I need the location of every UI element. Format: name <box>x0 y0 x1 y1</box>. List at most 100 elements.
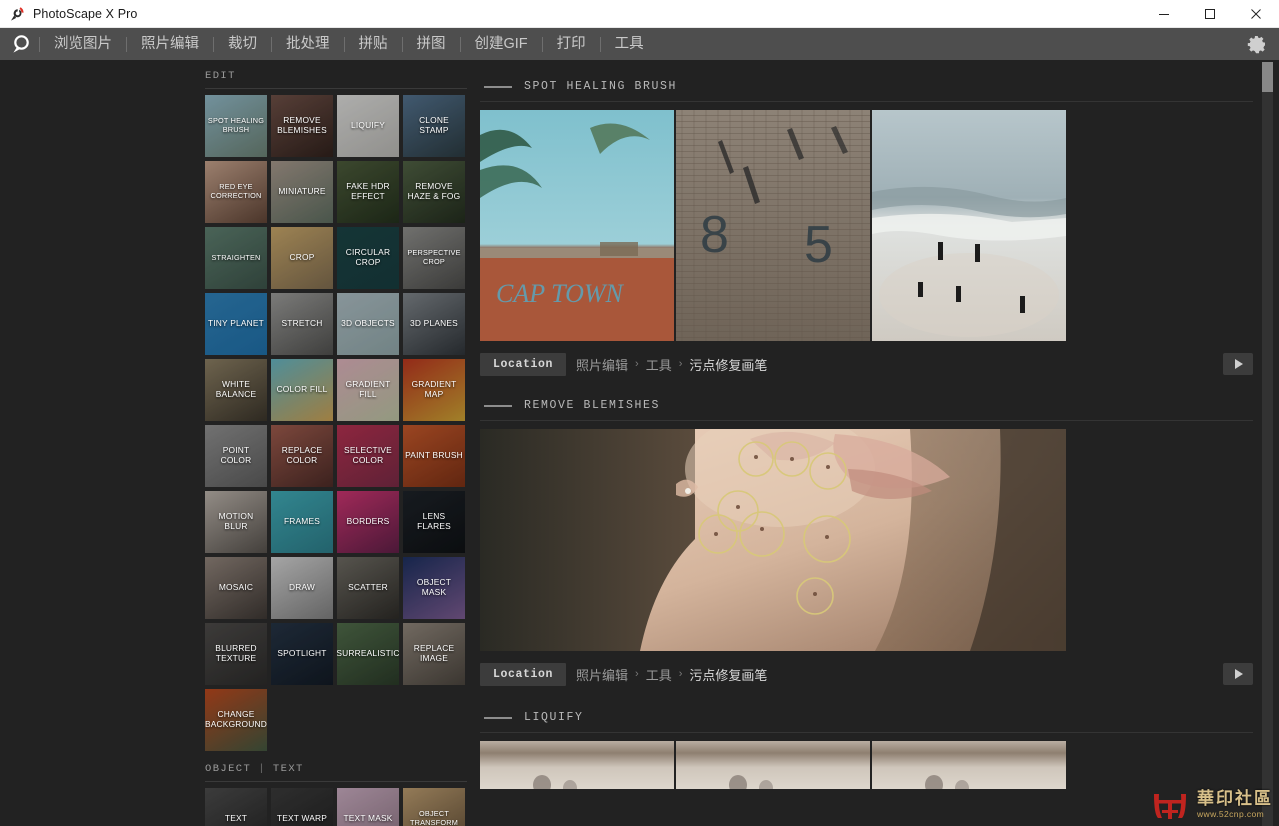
menu-item-collage[interactable]: 拼贴 <box>346 32 401 56</box>
tool-text-mask[interactable]: TEXT MASK <box>337 788 399 826</box>
vertical-scrollbar-track[interactable] <box>1262 62 1273 826</box>
breadcrumb-separator: › <box>679 668 683 680</box>
menu-item-tools[interactable]: 工具 <box>602 32 657 56</box>
preview-image-1[interactable]: CAP TOWN <box>480 110 674 341</box>
tool-gradient-map[interactable]: GRADIENT MAP <box>403 359 465 421</box>
tool-selective-color[interactable]: SELECTIVE COLOR <box>337 425 399 487</box>
tool-point-color[interactable]: POINT COLOR <box>205 425 267 487</box>
panel-title: LIQUIFY <box>524 711 584 724</box>
tool-object-transform[interactable]: OBJECT TRANSFORM <box>403 788 465 826</box>
breadcrumb: 照片编辑 › 工具 › 污点修复画笔 <box>576 355 767 374</box>
panel-header: SPOT HEALING BRUSH <box>480 80 1253 93</box>
thumbnail-label: TEXT MASK <box>341 814 394 824</box>
thumbnail-label: SURREALISTIC <box>337 649 399 659</box>
tool-tiny-planet[interactable]: TINY PLANET <box>205 293 267 355</box>
tool-perspective-crop[interactable]: PERSPECTIVE CROP <box>403 227 465 289</box>
photoscape-logo-icon[interactable] <box>4 33 38 55</box>
tool-red-eye-correction[interactable]: RED EYE CORRECTION <box>205 161 267 223</box>
preview-image-row: CAP TOWN <box>480 110 1253 341</box>
tool-text-warp[interactable]: TEXT WARP <box>271 788 333 826</box>
vertical-scrollbar-thumb[interactable] <box>1262 62 1273 92</box>
object-heading-label[interactable]: OBJECT <box>205 763 251 775</box>
tool-paint-brush[interactable]: PAINT BRUSH <box>403 425 465 487</box>
tool-clone-stamp[interactable]: CLONE STAMP <box>403 95 465 157</box>
menu-item-combine[interactable]: 拼图 <box>404 32 459 56</box>
thumbnail-label: REPLACE COLOR <box>271 446 333 465</box>
tool-3d-planes[interactable]: 3D PLANES <box>403 293 465 355</box>
tool-color-fill[interactable]: COLOR FILL <box>271 359 333 421</box>
tool-crop[interactable]: CROP <box>271 227 333 289</box>
breadcrumb-item-1[interactable]: 照片编辑 <box>576 665 628 684</box>
thumbnail-label: REMOVE HAZE & FOG <box>403 182 465 201</box>
content-panel: SPOT HEALING BRUSH CAP TOW <box>476 60 1279 826</box>
breadcrumb-item-3[interactable]: 污点修复画笔 <box>689 665 767 684</box>
tool-blurred-texture[interactable]: BLURRED TEXTURE <box>205 623 267 685</box>
tool-text[interactable]: TEXT <box>205 788 267 826</box>
tool-fake-hdr-effect[interactable]: FAKE HDR EFFECT <box>337 161 399 223</box>
preview-image-liquify-1[interactable] <box>480 741 674 789</box>
tool-remove-haze-fog[interactable]: REMOVE HAZE & FOG <box>403 161 465 223</box>
tool-white-balance[interactable]: WHITE BALANCE <box>205 359 267 421</box>
close-icon[interactable] <box>1233 0 1279 28</box>
tool-motion-blur[interactable]: MOTION BLUR <box>205 491 267 553</box>
panel-divider <box>480 101 1253 102</box>
thumbnail-label: PERSPECTIVE CROP <box>403 249 465 266</box>
tool-stretch[interactable]: STRETCH <box>271 293 333 355</box>
thumbnail-label: OBJECT MASK <box>403 578 465 597</box>
tool-mosaic[interactable]: MOSAIC <box>205 557 267 619</box>
tool-lens-flares[interactable]: LENS FLARES <box>403 491 465 553</box>
menu-item-create-gif[interactable]: 创建GIF <box>462 32 541 56</box>
thumbnail-label: POINT COLOR <box>205 446 267 465</box>
menu-item-browse[interactable]: 浏览图片 <box>41 32 125 56</box>
left-gutter <box>0 60 196 826</box>
window-controls <box>1141 0 1279 28</box>
tool-object-mask[interactable]: OBJECT MASK <box>403 557 465 619</box>
preview-image-2[interactable]: 8 5 <box>676 110 870 341</box>
window-titlebar: PhotoScape X Pro <box>0 0 1279 28</box>
tool-gradient-fill[interactable]: GRADIENT FILL <box>337 359 399 421</box>
thumbnail-label: RED EYE CORRECTION <box>205 183 267 200</box>
breadcrumb-item-3[interactable]: 污点修复画笔 <box>689 355 767 374</box>
tool-replace-color[interactable]: REPLACE COLOR <box>271 425 333 487</box>
tool-frames[interactable]: FRAMES <box>271 491 333 553</box>
menu-divider <box>600 37 601 52</box>
menu-item-batch[interactable]: 批处理 <box>273 32 343 56</box>
menu-item-cutout[interactable]: 裁切 <box>215 32 270 56</box>
tool-miniature[interactable]: MINIATURE <box>271 161 333 223</box>
breadcrumb-item-2[interactable]: 工具 <box>646 665 672 684</box>
menu-item-editor[interactable]: 照片编辑 <box>128 32 212 56</box>
preview-image-blemishes[interactable] <box>480 429 1066 651</box>
tool-spotlight[interactable]: SPOTLIGHT <box>271 623 333 685</box>
main-menubar: 浏览图片 照片编辑 裁切 批处理 拼贴 拼图 创建GIF 打印 工具 <box>0 28 1279 60</box>
preview-image-liquify-2[interactable] <box>676 741 870 789</box>
tool-straighten[interactable]: STRAIGHTEN <box>205 227 267 289</box>
location-label: Location <box>480 353 566 376</box>
preview-image-liquify-3[interactable] <box>872 741 1066 789</box>
tool-change-background[interactable]: CHANGE BACKGROUND <box>205 689 267 751</box>
menu-item-print[interactable]: 打印 <box>544 32 599 56</box>
thumbnail-label: MOTION BLUR <box>205 512 267 531</box>
tool-replace-image[interactable]: REPLACE IMAGE <box>403 623 465 685</box>
gear-icon[interactable] <box>1247 34 1267 54</box>
play-icon[interactable] <box>1223 353 1253 375</box>
tool-draw[interactable]: DRAW <box>271 557 333 619</box>
tool-scatter[interactable]: SCATTER <box>337 557 399 619</box>
breadcrumb-item-2[interactable]: 工具 <box>646 355 672 374</box>
tool-borders[interactable]: BORDERS <box>337 491 399 553</box>
preview-image-3[interactable] <box>872 110 1066 341</box>
tool-3d-objects[interactable]: 3D OBJECTS <box>337 293 399 355</box>
menu-divider <box>39 37 40 52</box>
tool-circular-crop[interactable]: CIRCULAR CROP <box>337 227 399 289</box>
play-icon[interactable] <box>1223 663 1253 685</box>
text-heading-label[interactable]: TEXT <box>273 763 304 775</box>
location-bar: Location 照片编辑 › 工具 › 污点修复画笔 <box>480 351 1253 377</box>
tool-spot-healing-brush[interactable]: SPOT HEALING BRUSH <box>205 95 267 157</box>
menu-divider <box>402 37 403 52</box>
breadcrumb-separator: › <box>635 668 639 680</box>
tool-surrealistic[interactable]: SURREALISTIC <box>337 623 399 685</box>
minimize-icon[interactable] <box>1141 0 1187 28</box>
breadcrumb-item-1[interactable]: 照片编辑 <box>576 355 628 374</box>
tool-liquify[interactable]: LIQUIFY <box>337 95 399 157</box>
maximize-icon[interactable] <box>1187 0 1233 28</box>
tool-remove-blemishes[interactable]: REMOVE BLEMISHES <box>271 95 333 157</box>
